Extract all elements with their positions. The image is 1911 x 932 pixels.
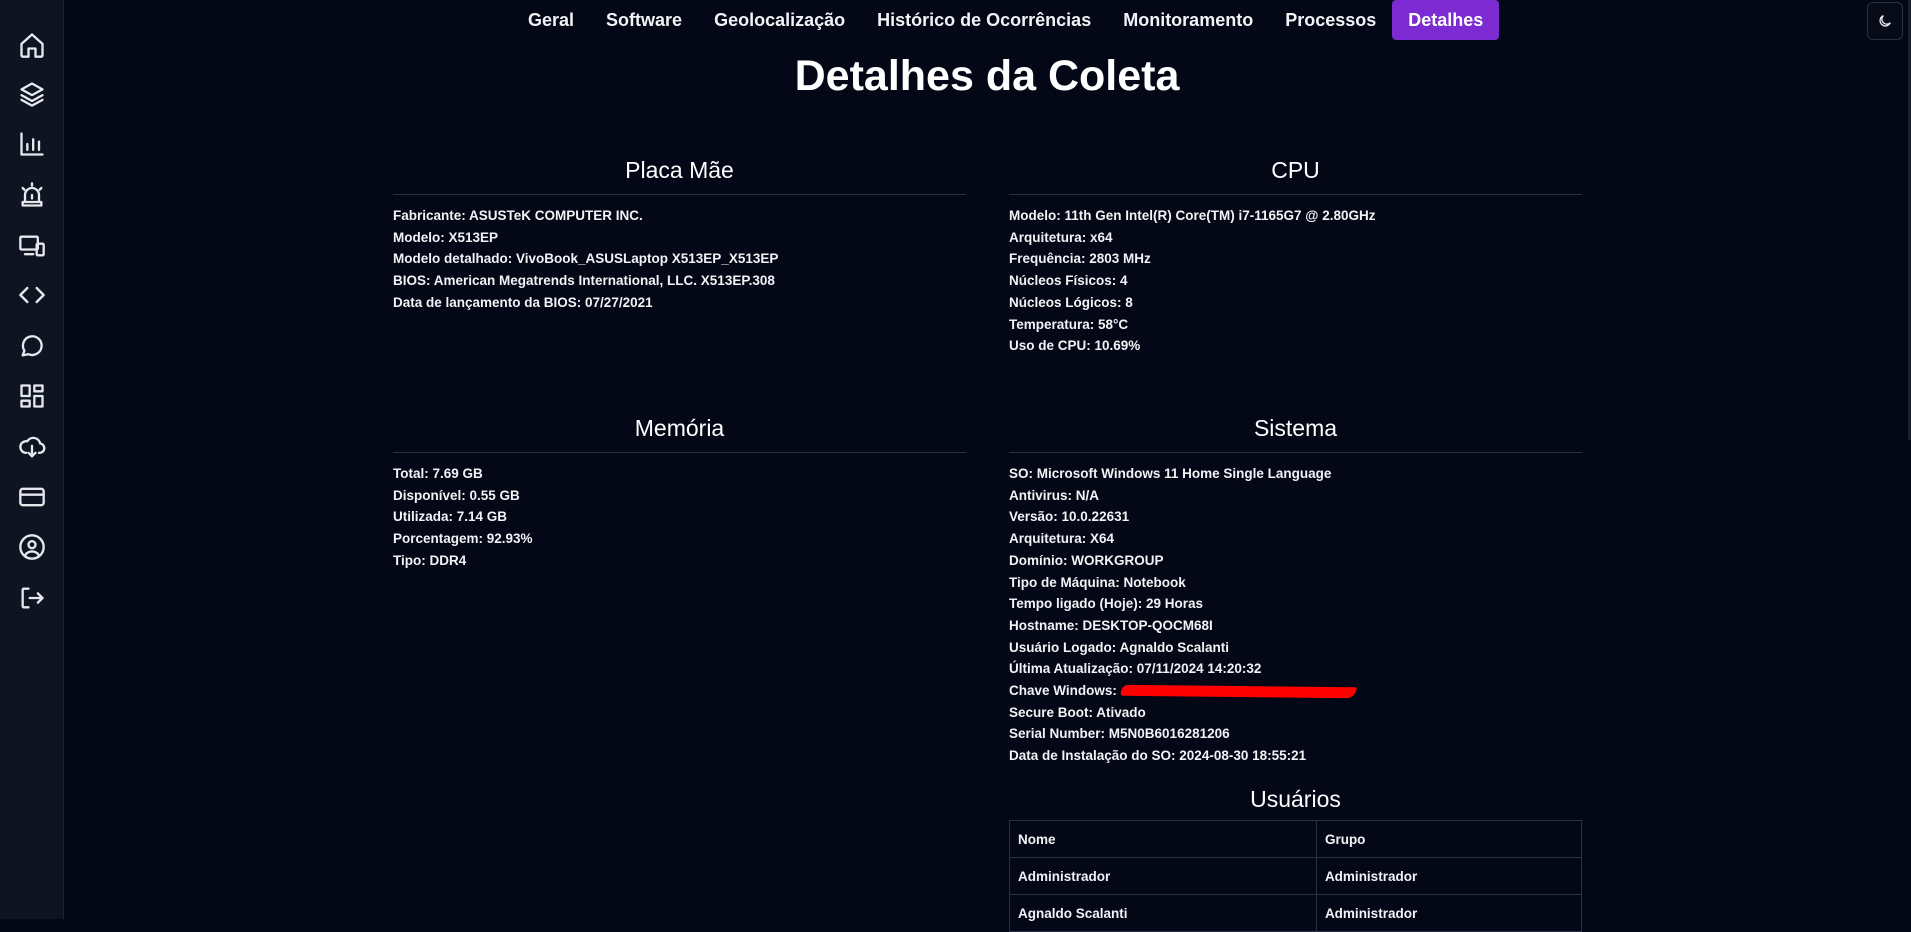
placa-mae-section: Placa Mãe Fabricante: ASUSTeK COMPUTER I…	[393, 157, 966, 314]
tab-detalhes[interactable]: Detalhes	[1392, 0, 1500, 40]
list-item: Núcleos Lógicos: 8	[1009, 294, 1133, 310]
list-item: Arquitetura: X64	[1009, 531, 1115, 547]
table-row: Agnaldo Scalanti Administrador	[1009, 894, 1583, 932]
list-item: Arquitetura: x64	[1009, 229, 1113, 245]
top-nav: Geral Software Geolocalização Histórico …	[512, 0, 1500, 40]
sistema-section: Sistema SO: Microsoft Windows 11 Home Si…	[1009, 415, 1582, 767]
table-header-cell: Grupo	[1315, 820, 1583, 858]
table-row: Administrador Administrador	[1009, 857, 1583, 895]
cpu-section: CPU Modelo: 11th Gen Intel(R) Core(TM) i…	[1009, 157, 1582, 357]
section-title: CPU	[1009, 157, 1582, 195]
usuarios-title: Usuários	[1250, 786, 1341, 812]
list-item: Serial Number: M5N0B6016281206	[1009, 726, 1230, 742]
list-item: Modelo: X513EP	[393, 229, 499, 245]
section-title: Sistema	[1009, 415, 1582, 453]
tab-monitoramento[interactable]: Monitoramento	[1107, 0, 1269, 40]
chat-icon[interactable]	[15, 329, 49, 363]
layers-icon[interactable]	[15, 77, 49, 111]
list-item: Tipo: DDR4	[393, 552, 467, 568]
table-cell: Administrador	[1315, 894, 1583, 932]
sidebar	[0, 0, 64, 919]
table-cell: Agnaldo Scalanti	[1009, 894, 1317, 932]
tab-historico-ocorrencias[interactable]: Histórico de Ocorrências	[861, 0, 1107, 40]
tab-processos[interactable]: Processos	[1269, 0, 1392, 40]
list-item: Uso de CPU: 10.69%	[1009, 338, 1141, 354]
section-title: Memória	[393, 415, 966, 453]
moon-icon	[1879, 15, 1891, 27]
chave-windows-item: Chave Windows:	[1009, 680, 1582, 702]
list-item: Tipo de Máquina: Notebook	[1009, 574, 1186, 590]
list-item: Secure Boot: Ativado	[1009, 704, 1146, 720]
dashboard-icon[interactable]	[15, 379, 49, 413]
credit-card-icon[interactable]	[15, 480, 49, 514]
cloud-download-icon[interactable]	[15, 430, 49, 464]
section-title: Placa Mãe	[393, 157, 966, 195]
sistema-list: SO: Microsoft Windows 11 Home Single Lan…	[1009, 463, 1582, 767]
list-item: Usuário Logado: Agnaldo Scalanti	[1009, 639, 1230, 655]
table-cell: Administrador	[1315, 857, 1583, 895]
list-item: Modelo detalhado: VivoBook_ASUSLaptop X5…	[393, 251, 779, 267]
list-item: SO: Microsoft Windows 11 Home Single Lan…	[1009, 466, 1332, 481]
table-cell: Administrador	[1009, 857, 1317, 895]
list-item: Temperatura: 58°C	[1009, 316, 1129, 332]
list-item: Núcleos Físicos: 4	[1009, 273, 1128, 289]
cpu-list: Modelo: 11th Gen Intel(R) Core(TM) i7-11…	[1009, 205, 1582, 357]
home-icon[interactable]	[15, 28, 49, 62]
list-item: Hostname: DESKTOP-QOCM68I	[1009, 617, 1213, 633]
tab-software[interactable]: Software	[590, 0, 698, 40]
placa-mae-list: Fabricante: ASUSTeK COMPUTER INC. Modelo…	[393, 205, 966, 314]
bar-chart-icon[interactable]	[15, 127, 49, 161]
list-item: Tempo ligado (Hoje): 29 Horas	[1009, 596, 1204, 612]
list-item: Modelo: 11th Gen Intel(R) Core(TM) i7-11…	[1009, 208, 1376, 223]
list-item: Porcentagem: 92.93%	[393, 531, 533, 547]
list-item: Última Atualização: 07/11/2024 14:20:32	[1009, 661, 1262, 677]
code-icon[interactable]	[15, 278, 49, 312]
tab-geral[interactable]: Geral	[512, 0, 590, 40]
list-item: BIOS: American Megatrends International,…	[393, 273, 775, 289]
list-item: Versão: 10.0.22631	[1009, 509, 1130, 525]
tab-geolocalizacao[interactable]: Geolocalização	[698, 0, 861, 40]
list-item: Fabricante: ASUSTeK COMPUTER INC.	[393, 208, 643, 223]
list-item: Utilizada: 7.14 GB	[393, 509, 508, 525]
table-header-cell: Nome	[1009, 820, 1317, 858]
memoria-section: Memória Total: 7.69 GB Disponível: 0.55 …	[393, 415, 966, 572]
theme-toggle-button[interactable]	[1867, 2, 1903, 40]
chave-windows-label: Chave Windows:	[1009, 683, 1117, 699]
usuarios-table: Nome Grupo Administrador Administrador A…	[1009, 820, 1583, 932]
list-item: Frequência: 2803 MHz	[1009, 251, 1151, 267]
list-item: Domínio: WORKGROUP	[1009, 552, 1164, 568]
monitor-devices-icon[interactable]	[15, 229, 49, 263]
siren-icon[interactable]	[15, 178, 49, 212]
logout-icon[interactable]	[15, 581, 49, 615]
page-title: Detalhes da Coleta	[794, 52, 1180, 100]
list-item: Disponível: 0.55 GB	[393, 487, 520, 503]
list-item: Antivirus: N/A	[1009, 487, 1100, 503]
user-circle-icon[interactable]	[15, 530, 49, 564]
list-item: Total: 7.69 GB	[393, 466, 483, 481]
list-item: Data de lançamento da BIOS: 07/27/2021	[393, 294, 653, 310]
list-item: Data de Instalação do SO: 2024-08-30 18:…	[1009, 748, 1307, 764]
redaction-mark	[1119, 684, 1357, 699]
memoria-list: Total: 7.69 GB Disponível: 0.55 GB Utili…	[393, 463, 966, 572]
table-header-row: Nome Grupo	[1009, 820, 1583, 858]
